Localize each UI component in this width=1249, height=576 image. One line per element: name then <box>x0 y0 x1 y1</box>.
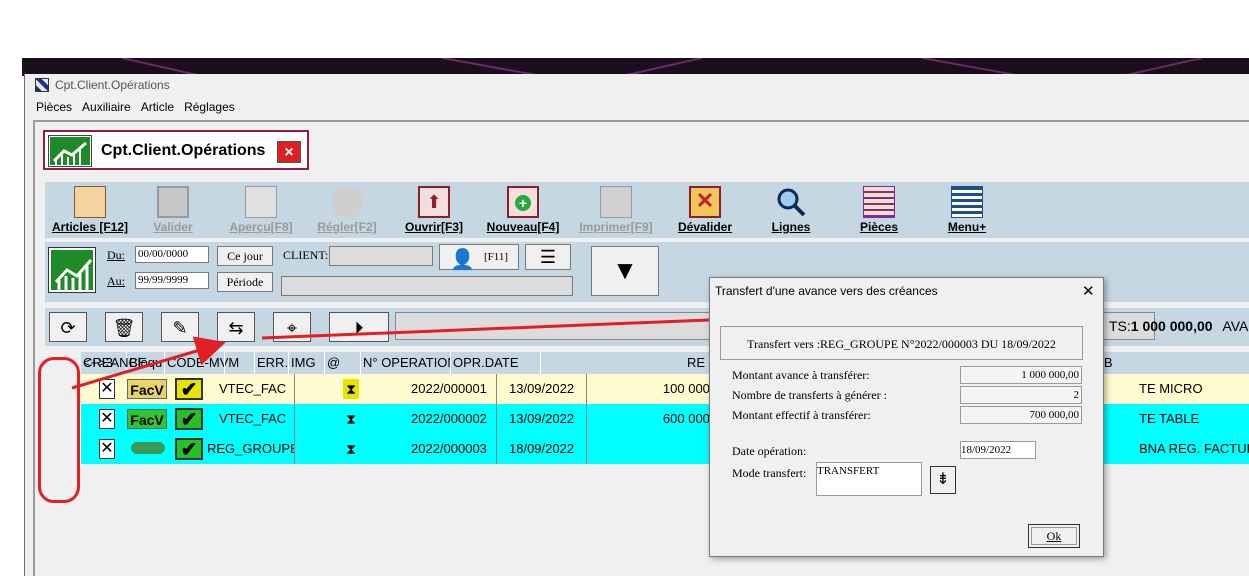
effectif-label: Montant effectif à transférer: <box>732 408 871 422</box>
mode-field[interactable]: TRANSFERT <box>816 462 922 496</box>
nombre-field[interactable]: 2 <box>960 386 1082 404</box>
dialog-title: Transfert d'une avance vers des créances <box>715 284 938 298</box>
mode-label: Mode transfert: <box>732 466 807 480</box>
close-icon[interactable]: ✕ <box>1082 282 1095 300</box>
date-field[interactable]: 18/09/2022 <box>960 441 1036 459</box>
date-label: Date opération: <box>732 444 807 458</box>
nombre-label: Nombre de transferts à générer : <box>732 388 887 402</box>
montant-label: Montant avance à transférer: <box>732 368 870 382</box>
effectif-field: 700 000,00 <box>960 406 1082 424</box>
dropdown-icon[interactable]: ⇟ <box>930 466 956 494</box>
ok-button[interactable]: Ok <box>1028 524 1080 548</box>
annotation-arrow-2 <box>261 303 764 340</box>
montant-field: 1 000 000,00 <box>960 366 1082 384</box>
transfer-dialog: Transfert d'une avance vers des créances… <box>709 277 1104 557</box>
annotation-arrow-1 <box>71 336 226 390</box>
dialog-banner: Transfert vers :REG_GROUPE N°2022/000003… <box>720 326 1083 360</box>
